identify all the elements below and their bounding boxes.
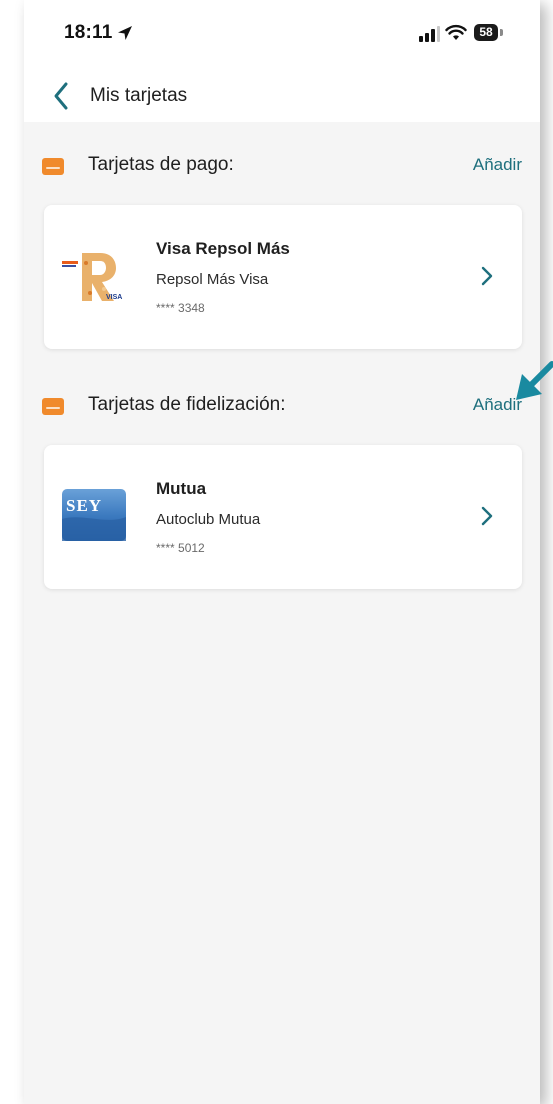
add-payment-card-button[interactable]: Añadir bbox=[473, 155, 522, 175]
status-bar: 18:11 58 bbox=[24, 0, 540, 62]
section-title: Tarjetas de pago: bbox=[88, 154, 234, 175]
repsol-card-thumbnail: VISA bbox=[60, 249, 128, 305]
card-number: **** 3348 bbox=[156, 301, 205, 315]
page-title: Mis tarjetas bbox=[90, 85, 188, 106]
visa-logo-text: VISA bbox=[106, 294, 122, 301]
status-time: 18:11 bbox=[64, 22, 113, 43]
card-icon bbox=[42, 158, 64, 175]
sey-logo-text: SEY bbox=[66, 496, 102, 515]
card-name: Visa Repsol Más bbox=[156, 239, 290, 258]
signal-icon bbox=[419, 26, 440, 42]
annotation-arrow-icon bbox=[516, 361, 553, 400]
nav-bar: Mis tarjetas bbox=[24, 62, 540, 122]
section-header-payment-cards: Tarjetas de pago: Añadir bbox=[24, 152, 540, 182]
chevron-right-icon bbox=[481, 266, 493, 286]
back-chevron-icon[interactable] bbox=[48, 78, 76, 114]
location-arrow-icon bbox=[118, 26, 132, 40]
sey-card-thumbnail: SEY bbox=[62, 489, 126, 541]
section-header-loyalty-cards: Tarjetas de fidelización: Añadir bbox=[24, 392, 540, 422]
card-name: Mutua bbox=[156, 479, 207, 498]
screenshot-frame: 18:11 58 Mis tarjetas Tarjetas de pago: … bbox=[0, 0, 553, 1104]
card-type: Autoclub Mutua bbox=[156, 511, 261, 528]
card-number: **** 5012 bbox=[156, 541, 205, 555]
battery-icon: 58 bbox=[474, 24, 504, 41]
chevron-right-icon bbox=[481, 506, 493, 526]
loyalty-card-item[interactable]: SEY Mutua Autoclub Mutua **** 5012 bbox=[44, 445, 522, 589]
card-icon bbox=[42, 398, 64, 415]
section-title: Tarjetas de fidelización: bbox=[88, 394, 286, 415]
phone-screen: 18:11 58 Mis tarjetas Tarjetas de pago: … bbox=[24, 0, 540, 1104]
payment-card-item[interactable]: VISA Visa Repsol Más Repsol Más Visa ***… bbox=[44, 205, 522, 349]
battery-tip bbox=[500, 29, 503, 36]
battery-level: 58 bbox=[474, 24, 498, 41]
wifi-icon bbox=[445, 24, 467, 40]
card-type: Repsol Más Visa bbox=[156, 271, 269, 288]
